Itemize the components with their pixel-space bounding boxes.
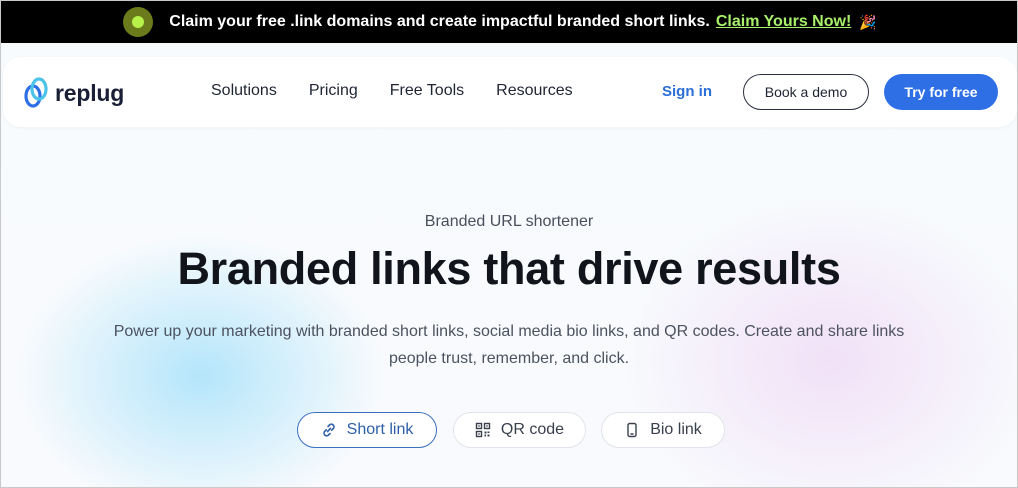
tab-label: Short link (346, 421, 414, 438)
hero-headline: Branded links that drive results (177, 243, 841, 294)
tab-label: Bio link (650, 421, 702, 438)
nav-item-solutions[interactable]: Solutions (211, 82, 277, 100)
nav-item-pricing[interactable]: Pricing (309, 82, 358, 100)
main-navbar: replug Solutions Pricing Free Tools Reso… (3, 57, 1017, 127)
tab-qr-code[interactable]: QR code (453, 412, 586, 448)
mobile-icon (627, 422, 637, 438)
replug-logo-icon (24, 77, 48, 108)
status-dot-icon (123, 7, 153, 37)
tab-short-link[interactable]: Short link (297, 412, 437, 448)
nav-menu: Solutions Pricing Free Tools Resources (211, 82, 605, 100)
try-free-button[interactable]: Try for free (884, 74, 998, 110)
book-demo-button[interactable]: Book a demo (743, 74, 869, 110)
party-popper-icon: 🎉 (859, 13, 877, 30)
link-icon (322, 423, 335, 437)
qr-code-icon (475, 422, 491, 438)
promo-text: Claim your free .link domains and create… (169, 13, 710, 30)
promo-bar: Claim your free .link domains and create… (1, 1, 1017, 43)
sign-in-link[interactable]: Sign in (662, 83, 712, 100)
tab-bio-link[interactable]: Bio link (601, 412, 725, 448)
hero-subtext: Power up your marketing with branded sho… (113, 323, 905, 367)
tab-label: QR code (500, 421, 565, 438)
hero-eyebrow: Branded URL shortener (424, 213, 594, 230)
claim-link[interactable]: Claim Yours Now! (716, 13, 851, 31)
page: Claim your free .link domains and create… (0, 0, 1018, 488)
nav-item-resources[interactable]: Resources (496, 82, 572, 100)
logo[interactable]: replug (23, 77, 124, 109)
logo-text: replug (55, 79, 125, 106)
nav-item-free-tools[interactable]: Free Tools (390, 82, 464, 100)
